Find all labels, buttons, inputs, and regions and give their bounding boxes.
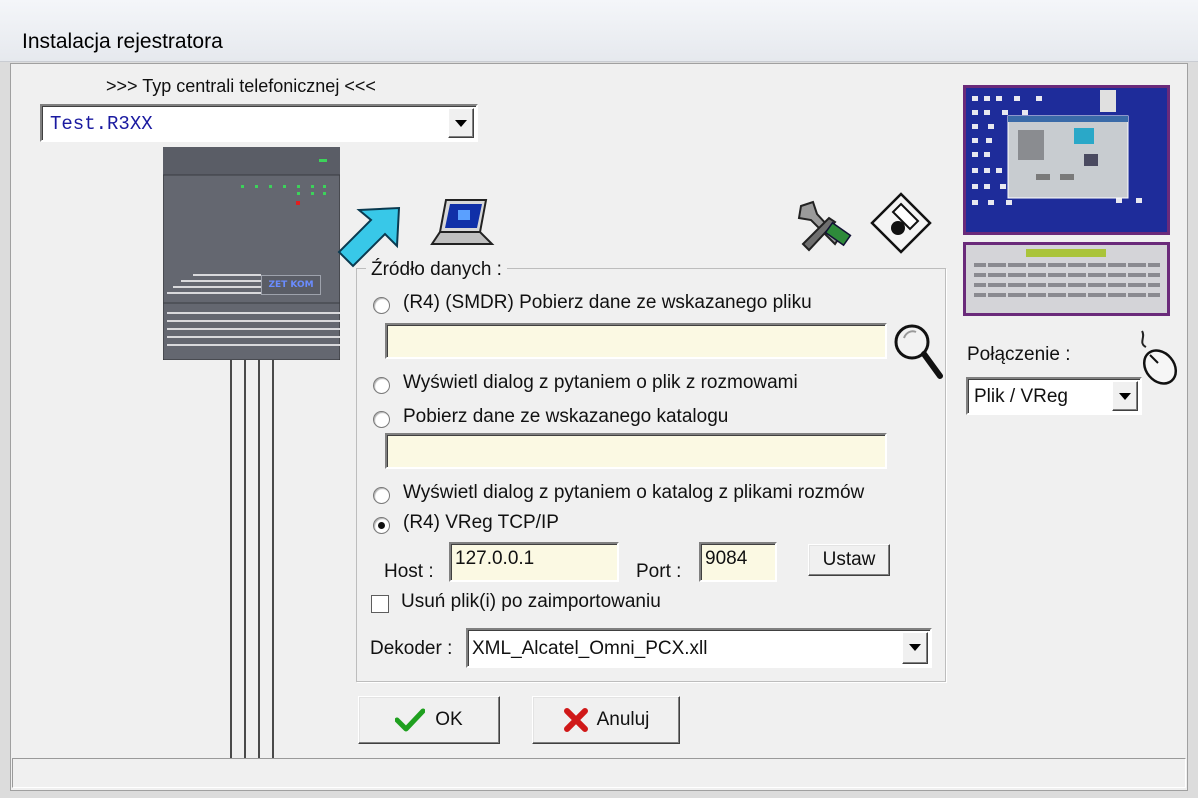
ok-button[interactable]: OK [358, 696, 500, 744]
file-path-input[interactable] [385, 323, 887, 359]
pbx-device-illustration [162, 146, 341, 361]
radio-smdr-file-label: (R4) (SMDR) Pobierz dane ze wskazanego p… [403, 292, 812, 313]
ok-button-label: OK [435, 709, 463, 730]
keypad-preview-image [963, 242, 1170, 316]
chevron-down-icon[interactable] [1112, 381, 1138, 411]
laptop-icon [428, 196, 496, 254]
radio-vreg-tcpip[interactable] [373, 517, 390, 534]
delete-files-checkbox[interactable] [371, 595, 389, 613]
set-button[interactable]: Ustaw [808, 544, 890, 576]
port-input[interactable]: 9084 [699, 542, 777, 582]
tools-icon[interactable] [795, 198, 855, 254]
port-value: 9084 [705, 548, 748, 569]
radio-directory-dialog[interactable] [373, 487, 390, 504]
radio-directory-dialog-label: Wyświetl dialog z pytaniem o katalog z p… [403, 482, 865, 503]
exchange-type-select[interactable]: Test.R3XX [40, 104, 478, 142]
radio-smdr-file[interactable] [373, 297, 390, 314]
cancel-button[interactable]: Anuluj [532, 696, 680, 744]
radio-file-dialog[interactable] [373, 377, 390, 394]
connection-label: Połączenie : [967, 344, 1071, 365]
delete-files-label: Usuń plik(i) po zaimportowaniu [401, 591, 661, 612]
radio-vreg-tcpip-label: (R4) VReg TCP/IP [403, 512, 559, 533]
exchange-type-heading: >>> Typ centrali telefonicznej <<< [106, 76, 376, 96]
exchange-type-value: Test.R3XX [50, 113, 153, 135]
decoder-select[interactable]: XML_Alcatel_Omni_PCX.xll [466, 628, 932, 668]
radio-file-dialog-label: Wyświetl dialog z pytaniem o plik z rozm… [403, 372, 798, 393]
radio-directory[interactable] [373, 411, 390, 428]
chevron-down-icon[interactable] [448, 108, 474, 138]
device-brand-badge: ZET KOM [261, 275, 321, 295]
host-input[interactable]: 127.0.0.1 [449, 542, 619, 582]
window-title: Instalacja rejestratora [22, 30, 223, 53]
data-source-group-title: Źródło danych : [366, 259, 507, 281]
host-label: Host : [384, 561, 434, 582]
decoder-value: XML_Alcatel_Omni_PCX.xll [472, 638, 708, 659]
connection-select[interactable]: Plik / VReg [966, 377, 1142, 415]
chevron-down-icon[interactable] [902, 632, 928, 664]
desktop-preview-image [963, 85, 1170, 235]
host-value: 127.0.0.1 [455, 548, 535, 569]
device-cables [229, 360, 279, 758]
checkmark-icon [394, 708, 426, 732]
port-label: Port : [636, 561, 682, 582]
decoder-label: Dekoder : [370, 638, 453, 659]
directory-path-input[interactable] [385, 433, 887, 469]
radio-directory-label: Pobierz dane ze wskazanego katalogu [403, 406, 729, 427]
connection-value: Plik / VReg [974, 386, 1068, 407]
browse-file-icon[interactable] [890, 320, 946, 382]
floppy-disk-icon[interactable] [870, 192, 932, 256]
close-icon [563, 707, 589, 733]
status-bar [12, 758, 1186, 788]
cancel-button-label: Anuluj [596, 709, 650, 730]
